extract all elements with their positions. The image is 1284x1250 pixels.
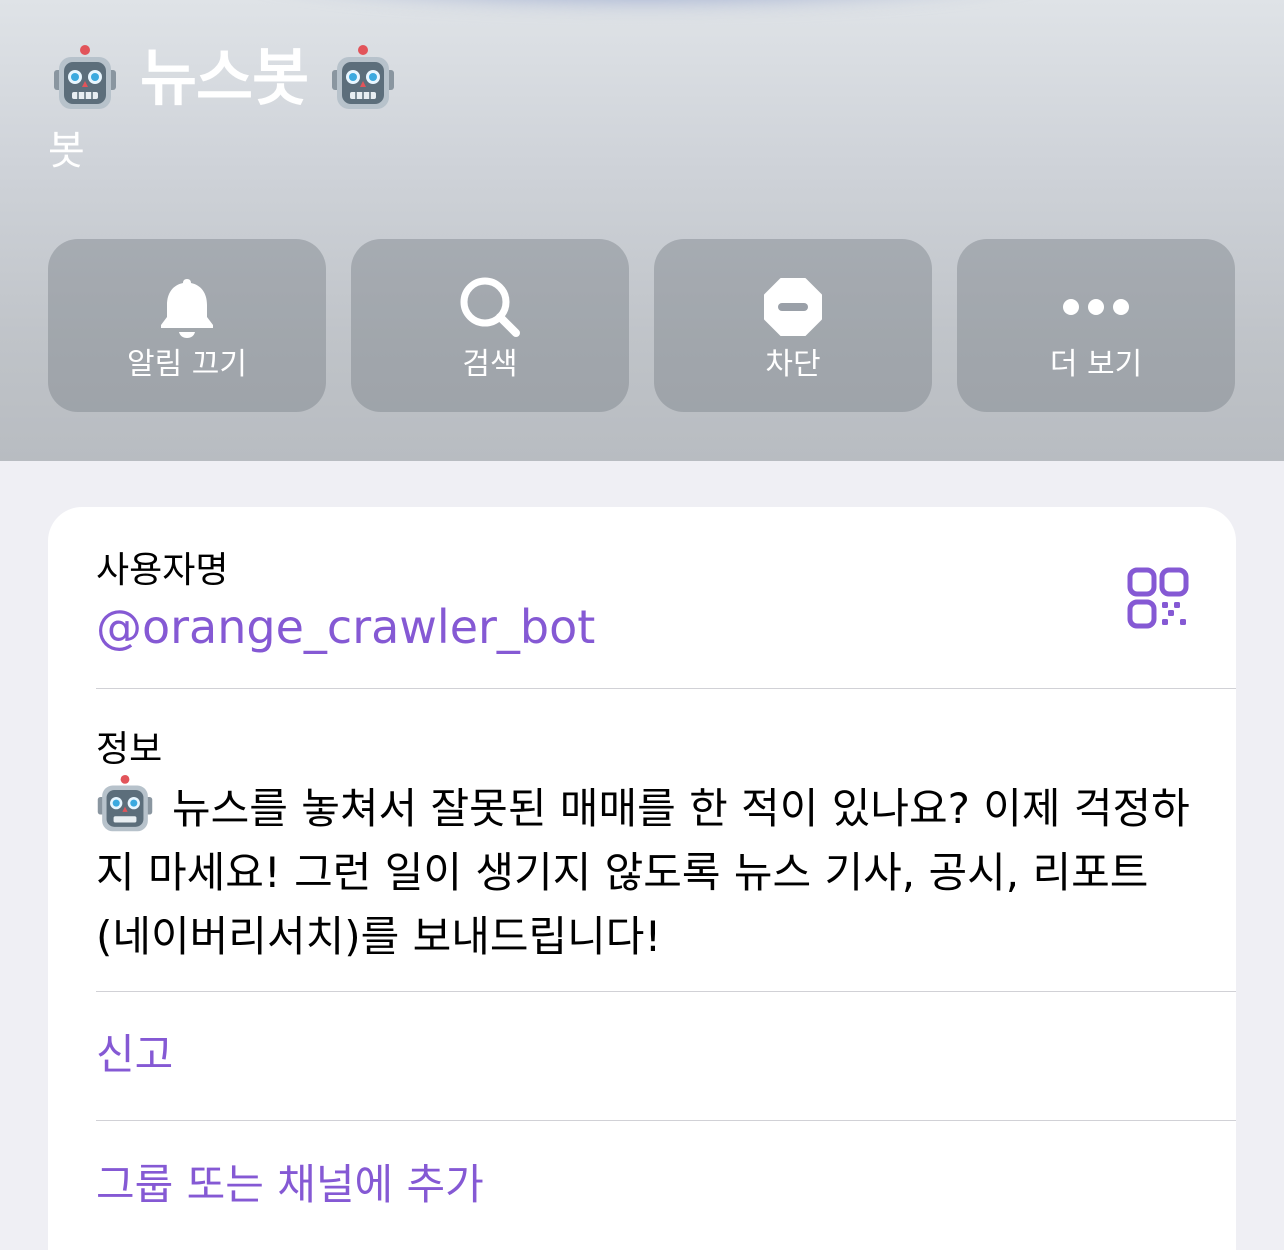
robot-face-icon <box>97 775 153 832</box>
username-label: 사용자명 <box>96 550 229 591</box>
about-text: 뉴스를 놓쳐서 잘못된 매매를 한 적이 있나요? 이제 걱정하지 마세요! 그… <box>96 775 1196 969</box>
divider <box>96 688 1236 689</box>
profile-subtitle: 봇 <box>48 128 85 174</box>
more-icon <box>1060 271 1132 343</box>
username-value[interactable]: @orange_crawler_bot <box>96 597 595 657</box>
robot-face-icon <box>54 45 116 109</box>
more-button[interactable]: 더 보기 <box>957 239 1235 412</box>
report-button[interactable]: 신고 <box>96 1025 173 1085</box>
avatar-glow <box>230 0 1060 10</box>
action-bar: 알림 끄기 검색 차단 더 보기 <box>48 239 1235 412</box>
bell-icon <box>151 271 223 343</box>
block-label: 차단 <box>765 347 821 382</box>
profile-header: 뉴스봇 봇 알림 끄기 검색 차단 더 보기 <box>0 0 1284 461</box>
more-label: 더 보기 <box>1049 347 1143 382</box>
robot-face-icon <box>332 45 395 109</box>
search-icon <box>454 271 526 343</box>
mute-button[interactable]: 알림 끄기 <box>48 239 326 412</box>
about-label: 정보 <box>96 729 163 770</box>
profile-title: 뉴스봇 <box>140 41 309 114</box>
search-button[interactable]: 검색 <box>351 239 629 412</box>
qr-code-icon[interactable] <box>1127 567 1189 629</box>
block-button[interactable]: 차단 <box>654 239 932 412</box>
about-body: 뉴스를 놓쳐서 잘못된 매매를 한 적이 있나요? 이제 걱정하지 마세요! 그… <box>96 784 1190 961</box>
divider <box>96 991 1236 992</box>
title-row: 뉴스봇 <box>52 38 396 118</box>
info-card: 사용자명 @orange_crawler_bot 정보 뉴스를 놓쳐서 잘못된 … <box>48 507 1236 1250</box>
divider <box>96 1120 1236 1121</box>
search-label: 검색 <box>462 347 518 382</box>
block-icon <box>757 271 829 343</box>
mute-label: 알림 끄기 <box>127 347 247 382</box>
add-to-group-button[interactable]: 그룹 또는 채널에 추가 <box>96 1155 484 1215</box>
